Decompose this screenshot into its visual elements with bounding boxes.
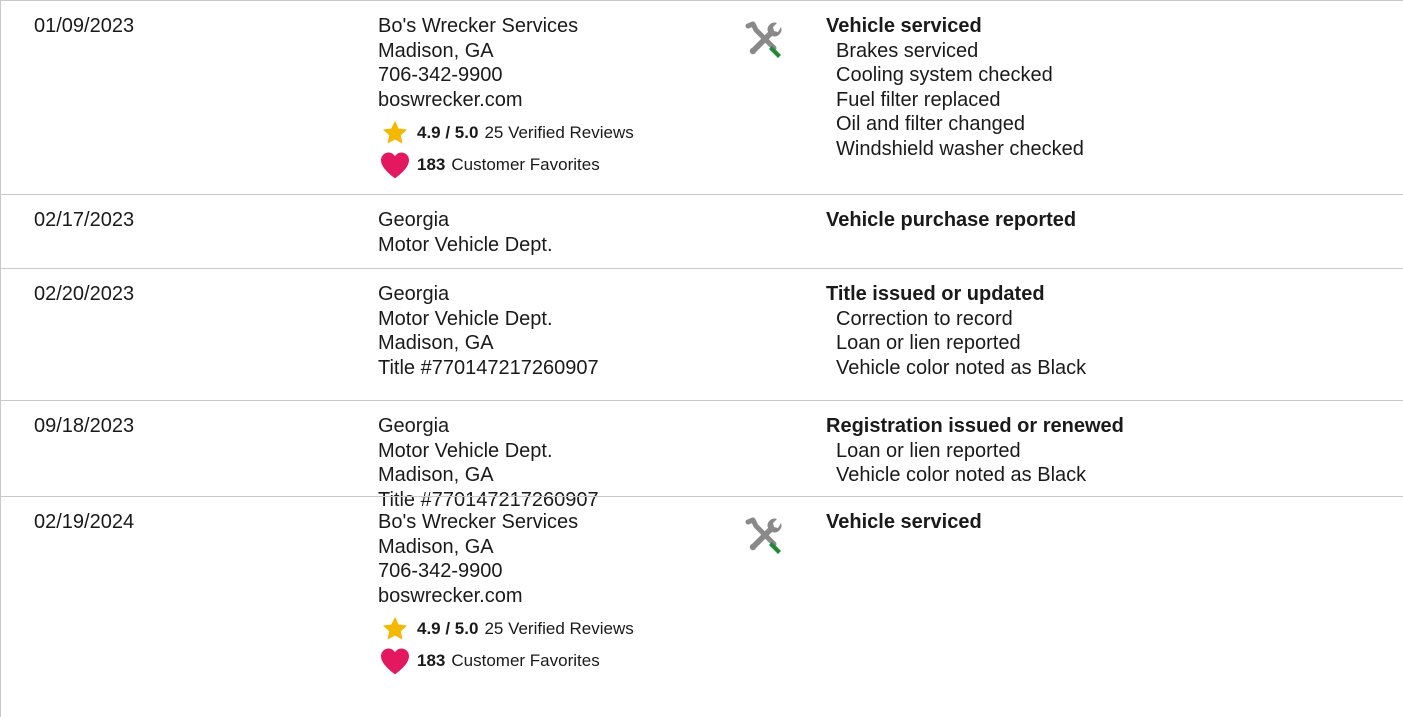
vehicle-history-table: 01/09/2023 Bo's Wrecker Services Madison… <box>0 0 1403 717</box>
detail-item: Oil and filter changed <box>836 113 1026 135</box>
record-details: Title issued or updated Correction to re… <box>826 282 1086 380</box>
detail-item: Brakes serviced <box>836 39 979 62</box>
source-name: Georgia <box>378 283 450 305</box>
record-details: Vehicle purchase reported <box>826 208 1076 233</box>
source-name: Bo's Wrecker Services <box>378 15 579 37</box>
detail-item: Windshield washer checked <box>836 137 1084 160</box>
source-phone[interactable]: 706-342-9900 <box>378 63 634 88</box>
heart-icon <box>381 152 409 179</box>
detail-item: Vehicle color noted as Black <box>836 356 1087 379</box>
history-row: 01/09/2023 Bo's Wrecker Services Madison… <box>0 0 1403 194</box>
source-location: Madison, GA <box>378 332 494 354</box>
record-date: 02/19/2024 <box>34 511 135 533</box>
rating-score: 4.9 / 5.0 <box>417 618 479 638</box>
detail-item: Loan or lien reported <box>836 332 1021 354</box>
rating-badge[interactable]: 4.9 / 5.0 25 Verified Reviews <box>378 616 634 640</box>
detail-title: Title issued or updated <box>826 283 1045 305</box>
source-department: Motor Vehicle Dept. <box>378 307 553 330</box>
detail-item: Cooling system checked <box>836 64 1053 86</box>
source-name: Georgia <box>378 209 450 231</box>
review-count: 25 Verified Reviews <box>484 618 634 638</box>
detail-item: Fuel filter replaced <box>836 88 1001 111</box>
source-phone[interactable]: 706-342-9900 <box>378 559 634 584</box>
history-row: 09/18/2023 Georgia Motor Vehicle Dept. M… <box>0 400 1403 511</box>
source-location: Madison, GA <box>378 535 494 558</box>
history-row: 02/17/2023 Georgia Motor Vehicle Dept. V… <box>0 194 1403 268</box>
source-website-link[interactable]: boswrecker.com <box>378 88 634 113</box>
record-details: Vehicle serviced Brakes serviced Cooling… <box>826 14 1084 161</box>
rating-score: 4.9 / 5.0 <box>417 122 479 142</box>
favorites-count: 183 <box>417 650 446 670</box>
review-count: 25 Verified Reviews <box>484 122 634 142</box>
record-source: Bo's Wrecker Services Madison, GA 706-34… <box>378 510 634 675</box>
record-details: Registration issued or renewed Loan or l… <box>826 414 1124 488</box>
source-name: Georgia <box>378 415 450 437</box>
heart-icon <box>381 648 409 675</box>
source-department: Motor Vehicle Dept. <box>378 233 553 256</box>
history-row: 02/19/2024 Bo's Wrecker Services Madison… <box>0 496 1403 717</box>
source-name: Bo's Wrecker Services <box>378 511 579 533</box>
source-location: Madison, GA <box>378 39 494 62</box>
star-icon <box>382 616 408 640</box>
source-title-number: Title #770147217260907 <box>378 356 599 379</box>
record-source: Bo's Wrecker Services Madison, GA 706-34… <box>378 14 634 179</box>
detail-item: Correction to record <box>836 307 1013 330</box>
wrench-screwdriver-icon <box>745 21 782 58</box>
star-icon <box>382 120 408 144</box>
wrench-screwdriver-icon <box>745 517 782 554</box>
source-department: Motor Vehicle Dept. <box>378 439 553 462</box>
favorites-label: Customer Favorites <box>451 650 600 670</box>
source-website-link[interactable]: boswrecker.com <box>378 584 634 609</box>
record-date: 01/09/2023 <box>34 15 135 37</box>
detail-title: Registration issued or renewed <box>826 415 1124 437</box>
favorites-badge[interactable]: 183 Customer Favorites <box>378 152 634 179</box>
record-details: Vehicle serviced <box>826 510 982 535</box>
favorites-badge[interactable]: 183 Customer Favorites <box>378 648 634 675</box>
detail-item: Loan or lien reported <box>836 439 1021 462</box>
history-row: 02/20/2023 Georgia Motor Vehicle Dept. M… <box>0 268 1403 400</box>
favorites-count: 183 <box>417 154 446 174</box>
record-date: 02/17/2023 <box>34 209 135 231</box>
record-date: 02/20/2023 <box>34 283 135 305</box>
record-source: Georgia Motor Vehicle Dept. Madison, GA … <box>378 282 599 380</box>
favorites-label: Customer Favorites <box>451 154 600 174</box>
detail-item: Vehicle color noted as Black <box>836 464 1087 486</box>
source-location: Madison, GA <box>378 464 494 486</box>
detail-title: Vehicle serviced <box>826 15 982 37</box>
detail-title: Vehicle purchase reported <box>826 209 1077 231</box>
rating-badge[interactable]: 4.9 / 5.0 25 Verified Reviews <box>378 120 634 144</box>
record-source: Georgia Motor Vehicle Dept. <box>378 208 553 257</box>
detail-title: Vehicle serviced <box>826 511 982 533</box>
record-date: 09/18/2023 <box>34 415 135 437</box>
